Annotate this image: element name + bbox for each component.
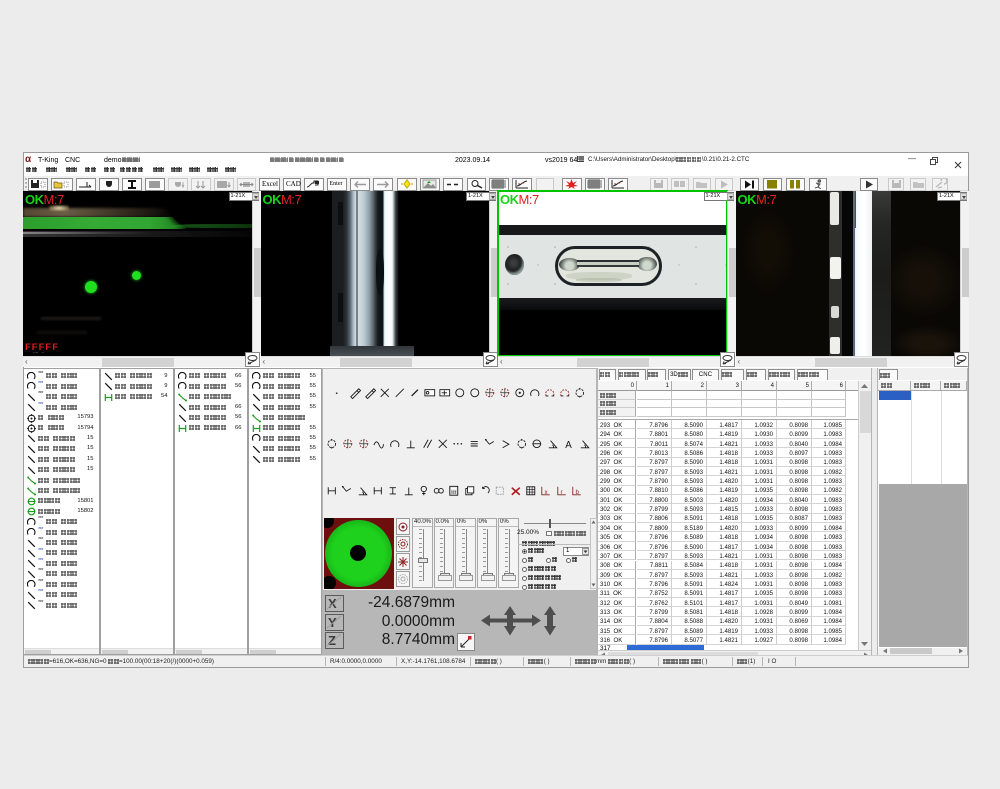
svg-text:Y: Y bbox=[328, 615, 337, 629]
svg-text:r: r bbox=[560, 489, 562, 496]
svg-text:A: A bbox=[565, 440, 572, 450]
svg-text:X: X bbox=[328, 596, 337, 610]
svg-text:Z: Z bbox=[328, 633, 336, 647]
svg-text:b: b bbox=[575, 489, 579, 496]
